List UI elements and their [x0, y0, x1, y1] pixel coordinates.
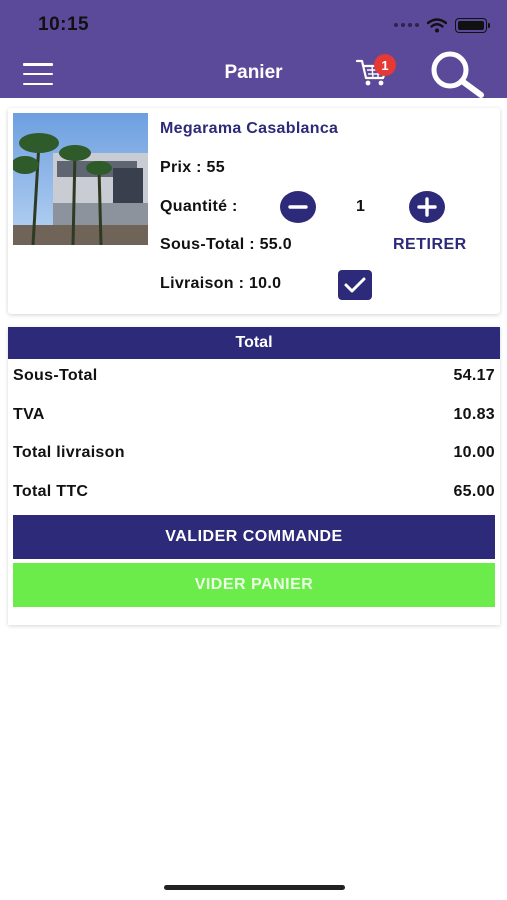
quantity-value: 1 [356, 198, 365, 215]
summary-value: 54.17 [453, 367, 495, 384]
product-price: Prix : 55 [160, 159, 225, 176]
decrease-quantity-button[interactable] [280, 191, 316, 223]
minus-icon [288, 205, 308, 209]
summary-row-tva: TVA 10.83 [13, 403, 495, 427]
wifi-icon [427, 17, 447, 32]
summary-row-delivery: Total livraison 10.00 [13, 441, 495, 465]
product-name[interactable]: Megarama Casablanca [160, 120, 338, 138]
item-subtotal: Sous-Total : 55.0 [160, 236, 292, 253]
signal-icon [394, 23, 419, 27]
summary-label: TVA [13, 406, 45, 423]
battery-icon [455, 17, 490, 33]
product-image[interactable] [13, 113, 148, 245]
increase-quantity-button[interactable] [409, 191, 445, 223]
home-indicator[interactable] [164, 885, 345, 890]
remove-item-button[interactable]: RETIRER [393, 236, 467, 254]
plus-icon [417, 197, 437, 217]
check-icon [344, 277, 366, 293]
delivery-label: Livraison : 10.0 [160, 275, 282, 292]
summary-row-subtotal: Sous-Total 54.17 [13, 364, 495, 388]
summary-label: Total livraison [13, 444, 125, 461]
summary-row-total-ttc: Total TTC 65.00 [13, 480, 495, 504]
order-summary: Total Sous-Total 54.17 TVA 10.83 Total l… [8, 327, 500, 625]
status-icons [394, 16, 490, 34]
summary-value: 10.83 [453, 406, 495, 423]
summary-value: 65.00 [453, 483, 495, 500]
summary-value: 10.00 [453, 444, 495, 461]
summary-title: Total [8, 327, 500, 359]
cart-item-card: Megarama Casablanca Prix : 55 Quantité :… [8, 108, 500, 314]
delivery-checkbox[interactable] [338, 270, 372, 300]
summary-label: Total TTC [13, 483, 89, 500]
quantity-label: Quantité : [160, 198, 238, 215]
validate-order-button[interactable]: VALIDER COMMANDE [13, 515, 495, 559]
summary-label: Sous-Total [13, 367, 98, 384]
app-header: 10:15 Panier 1 [0, 0, 507, 98]
search-icon[interactable] [428, 50, 486, 98]
cart-count-badge: 1 [374, 54, 396, 76]
clear-cart-button[interactable]: VIDER PANIER [13, 563, 495, 607]
status-time: 10:15 [38, 14, 90, 35]
